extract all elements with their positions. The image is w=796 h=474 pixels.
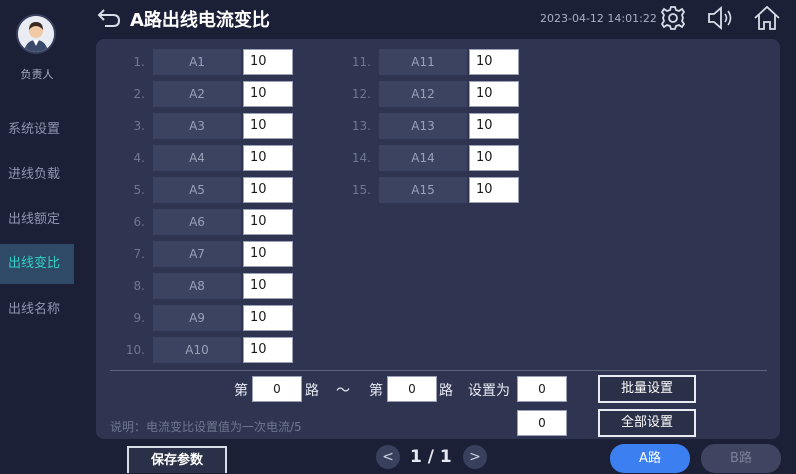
ratio-input[interactable]: 10 [243, 241, 293, 267]
sidebar: 负责人 系统设置 进线负载 出线额定 出线变比 出线名称 [0, 0, 74, 473]
line-number: 7. [133, 247, 145, 261]
batch-tilde: ～ [336, 383, 350, 399]
batch-from-suffix: 路 [305, 383, 319, 399]
ratio-input[interactable]: 10 [243, 81, 293, 107]
line-label: A8 [153, 273, 241, 299]
nav-item-system-settings[interactable]: 系统设置 [0, 110, 74, 150]
ratio-input[interactable]: 10 [243, 49, 293, 75]
ratio-input[interactable]: 10 [243, 273, 293, 299]
ratio-input[interactable]: 10 [243, 305, 293, 331]
line-label: A7 [153, 241, 241, 267]
batch-to-prefix: 第 [369, 383, 383, 399]
line-number: 4. [133, 151, 145, 165]
batch-value-input[interactable]: 0 [517, 376, 567, 402]
back-icon[interactable] [96, 7, 122, 29]
line-label: A6 [153, 209, 241, 235]
line-number: 3. [133, 119, 145, 133]
line-number: 5. [133, 183, 145, 197]
prev-page-button[interactable]: < [376, 445, 400, 469]
ratio-input[interactable]: 10 [469, 81, 519, 107]
speaker-icon[interactable] [704, 4, 734, 32]
line-label: A9 [153, 305, 241, 331]
line-number: 13. [351, 119, 371, 133]
ratio-input[interactable]: 10 [469, 113, 519, 139]
line-label: A11 [379, 49, 467, 75]
all-value-input[interactable]: 0 [517, 410, 567, 436]
ratio-input[interactable]: 10 [243, 209, 293, 235]
page-indicator: 1 / 1 [410, 447, 452, 467]
ratio-input[interactable]: 10 [243, 177, 293, 203]
nav-item-inline-load[interactable]: 进线负载 [0, 155, 74, 195]
nav-item-outline-ratio[interactable]: 出线变比 [0, 244, 74, 284]
set-all-button[interactable]: 全部设置 [598, 409, 696, 437]
ratio-input[interactable]: 10 [243, 113, 293, 139]
gear-icon[interactable] [658, 4, 688, 32]
help-note: 说明：电流变比设置值为一次电流/5 [110, 420, 302, 434]
line-number: 12. [351, 87, 371, 101]
line-number: 2. [133, 87, 145, 101]
line-label: A2 [153, 81, 241, 107]
line-number: 6. [133, 215, 145, 229]
ratio-input[interactable]: 10 [243, 337, 293, 363]
top-bar: A路出线电流变比 2023-04-12 14:01:22 [74, 0, 796, 38]
divider [110, 370, 767, 371]
ratio-input[interactable]: 10 [469, 177, 519, 203]
tab-b-route[interactable]: B路 [701, 444, 781, 473]
home-icon[interactable] [752, 4, 782, 32]
line-number: 14. [351, 151, 371, 165]
line-label: A10 [153, 337, 241, 363]
batch-set-label: 设置为 [468, 383, 510, 399]
line-number: 8. [133, 279, 145, 293]
tab-a-route[interactable]: A路 [610, 444, 690, 473]
page-title: A路出线电流变比 [130, 10, 270, 31]
line-number: 15. [351, 183, 371, 197]
line-number: 10. [125, 343, 145, 357]
line-number: 1. [133, 55, 145, 69]
batch-to-input[interactable]: 0 [387, 376, 437, 402]
line-label: A3 [153, 113, 241, 139]
batch-from-prefix: 第 [234, 383, 248, 399]
ratio-input[interactable]: 10 [469, 145, 519, 171]
user-avatar-icon [18, 16, 54, 52]
batch-from-input[interactable]: 0 [252, 376, 302, 402]
ratio-input[interactable]: 10 [469, 49, 519, 75]
line-label: A5 [153, 177, 241, 203]
line-label: A15 [379, 177, 467, 203]
next-page-button[interactable]: > [463, 445, 487, 469]
ratio-input[interactable]: 10 [243, 145, 293, 171]
save-params-button[interactable]: 保存参数 [127, 446, 227, 473]
line-number: 11. [351, 55, 371, 69]
line-label: A4 [153, 145, 241, 171]
line-label: A1 [153, 49, 241, 75]
nav-item-outline-rating[interactable]: 出线额定 [0, 200, 74, 240]
line-label: A13 [379, 113, 467, 139]
line-number: 9. [133, 311, 145, 325]
user-role-label: 负责人 [20, 68, 54, 81]
batch-to-suffix: 路 [439, 383, 453, 399]
nav-item-outline-name[interactable]: 出线名称 [0, 290, 74, 330]
line-label: A14 [379, 145, 467, 171]
batch-set-button[interactable]: 批量设置 [598, 375, 696, 403]
user-avatar[interactable] [18, 16, 54, 52]
datetime-display: 2023-04-12 14:01:22 [540, 12, 657, 25]
line-label: A12 [379, 81, 467, 107]
